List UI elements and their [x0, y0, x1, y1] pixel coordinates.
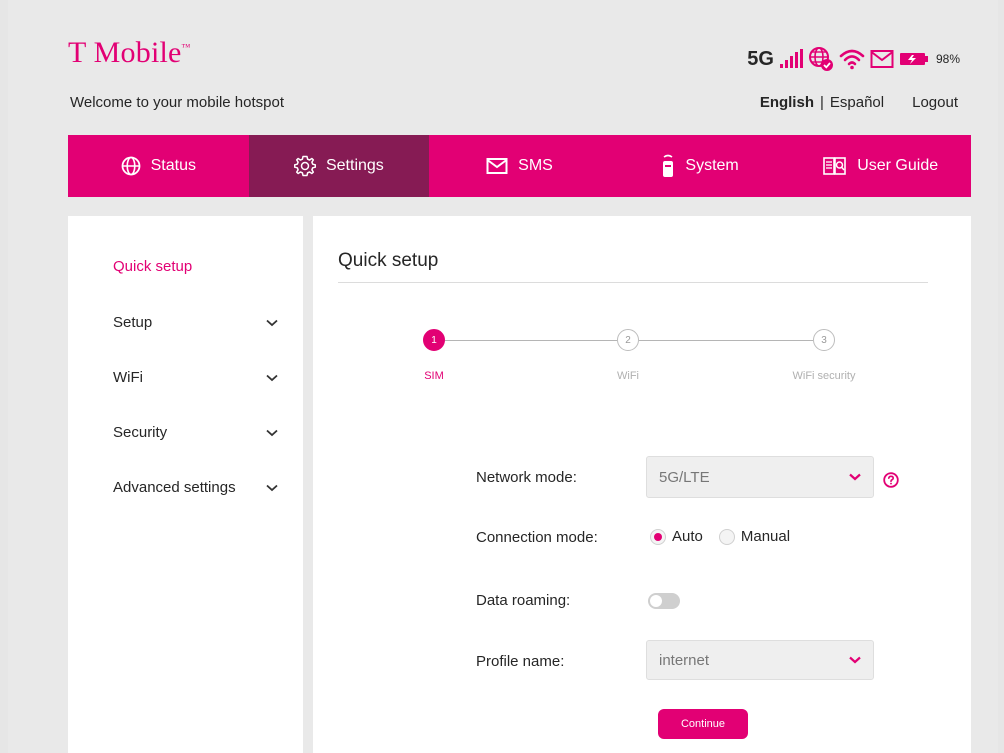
step-2-label: WiFi — [617, 370, 639, 382]
nav-system-label: System — [685, 157, 739, 174]
sidebar-item-security[interactable]: Security — [113, 424, 278, 441]
sidebar-item-quick-setup[interactable]: Quick setup — [113, 258, 278, 275]
nav-settings[interactable]: Settings — [248, 135, 430, 197]
sidebar-item-label: Quick setup — [113, 258, 193, 275]
language-separator: | — [819, 94, 824, 111]
connection-mode-manual-radio[interactable] — [718, 528, 735, 545]
logout-link[interactable]: Logout — [912, 94, 958, 111]
settings-sidebar: Quick setup Setup WiFi Security Advanced… — [68, 216, 303, 753]
sidebar-item-label: Advanced settings — [113, 479, 236, 496]
welcome-text: Welcome to your mobile hotspot — [70, 94, 284, 111]
signal-bars-icon — [779, 49, 803, 68]
stepper-line-2 — [639, 340, 813, 341]
wifi-icon — [839, 49, 865, 70]
help-question-icon[interactable] — [883, 472, 899, 488]
battery-percent: 98% — [935, 52, 960, 66]
connection-mode-radio-group: Auto Manual — [650, 528, 798, 545]
continue-button[interactable]: Continue — [658, 709, 748, 739]
chevron-down-icon — [266, 484, 278, 491]
toggle-knob — [650, 595, 662, 607]
language-english[interactable]: English — [760, 94, 814, 111]
sidebar-item-label: Setup — [113, 314, 153, 331]
sidebar-item-label: WiFi — [113, 369, 143, 386]
brand-trademark: ™ — [181, 42, 191, 52]
nav-sms[interactable]: SMS — [429, 135, 610, 197]
language-espanol[interactable]: Español — [830, 94, 884, 111]
network-mode-value: 5G/LTE — [659, 468, 710, 486]
globe-icon — [121, 156, 141, 176]
network-type: 5G — [747, 47, 774, 70]
page: T Mobile™ Welcome to your mobile hotspot… — [8, 0, 998, 753]
nav-settings-label: Settings — [325, 157, 384, 174]
internet-globe-icon — [808, 47, 833, 71]
step-3-label: WiFi security — [792, 370, 856, 382]
tmobile-logo: T Mobile™ — [68, 36, 191, 70]
connection-mode-auto-label: Auto — [672, 528, 703, 545]
brand-name: T Mobile — [68, 36, 182, 69]
step-2-circle: 2 — [617, 329, 639, 351]
nav-user-guide[interactable]: User Guide — [790, 135, 971, 197]
nav-sms-label: SMS — [518, 157, 553, 174]
sidebar-item-advanced-settings[interactable]: Advanced settings — [113, 479, 278, 496]
network-mode-select[interactable]: 5G/LTE — [646, 456, 874, 498]
chevron-down-icon — [266, 374, 278, 381]
quick-setup-panel: Quick setup 1 2 3 SIM WiFi WiFi security… — [313, 216, 971, 753]
stepper-line-1 — [445, 340, 617, 341]
sidebar-item-label: Security — [113, 424, 168, 441]
data-roaming-toggle[interactable] — [648, 593, 680, 609]
network-mode-label: Network mode: — [476, 469, 577, 486]
profile-name-value: internet — [659, 651, 710, 669]
connection-mode-label: Connection mode: — [476, 529, 598, 546]
step-1-label: SIM — [424, 370, 444, 382]
message-envelope-icon — [870, 50, 894, 68]
step-1-circle: 1 — [423, 329, 445, 351]
data-roaming-label: Data roaming: — [476, 592, 571, 609]
status-icons: 5G 98% — [747, 46, 960, 72]
profile-name-select[interactable]: internet — [646, 640, 874, 680]
book-icon — [823, 157, 847, 175]
sidebar-item-setup[interactable]: Setup — [113, 314, 278, 331]
chevron-down-icon — [849, 656, 861, 664]
envelope-icon — [486, 158, 508, 174]
chevron-down-icon — [266, 429, 278, 436]
nav-status-label: Status — [150, 157, 196, 174]
router-icon — [663, 154, 674, 177]
step-3-circle: 3 — [813, 329, 835, 351]
profile-name-label: Profile name: — [476, 653, 565, 670]
page-title: Quick setup — [338, 250, 439, 271]
connection-mode-manual-label: Manual — [740, 528, 791, 545]
connection-mode-auto-radio[interactable] — [650, 528, 666, 545]
connection-mode-manual-option[interactable]: Manual — [718, 528, 791, 545]
chevron-down-icon — [849, 473, 861, 481]
main-nav: Status Settings SMS System User Guide — [68, 135, 971, 197]
gear-icon — [293, 155, 316, 177]
connection-mode-auto-option[interactable]: Auto — [650, 528, 703, 545]
nav-system[interactable]: System — [610, 135, 791, 197]
chevron-down-icon — [266, 319, 278, 326]
language-switcher: English | Español Logout — [760, 94, 958, 111]
nav-status[interactable]: Status — [68, 135, 249, 197]
sidebar-item-wifi[interactable]: WiFi — [113, 369, 278, 386]
title-divider — [338, 282, 928, 283]
battery-icon — [899, 53, 928, 65]
nav-user-guide-label: User Guide — [857, 157, 939, 174]
